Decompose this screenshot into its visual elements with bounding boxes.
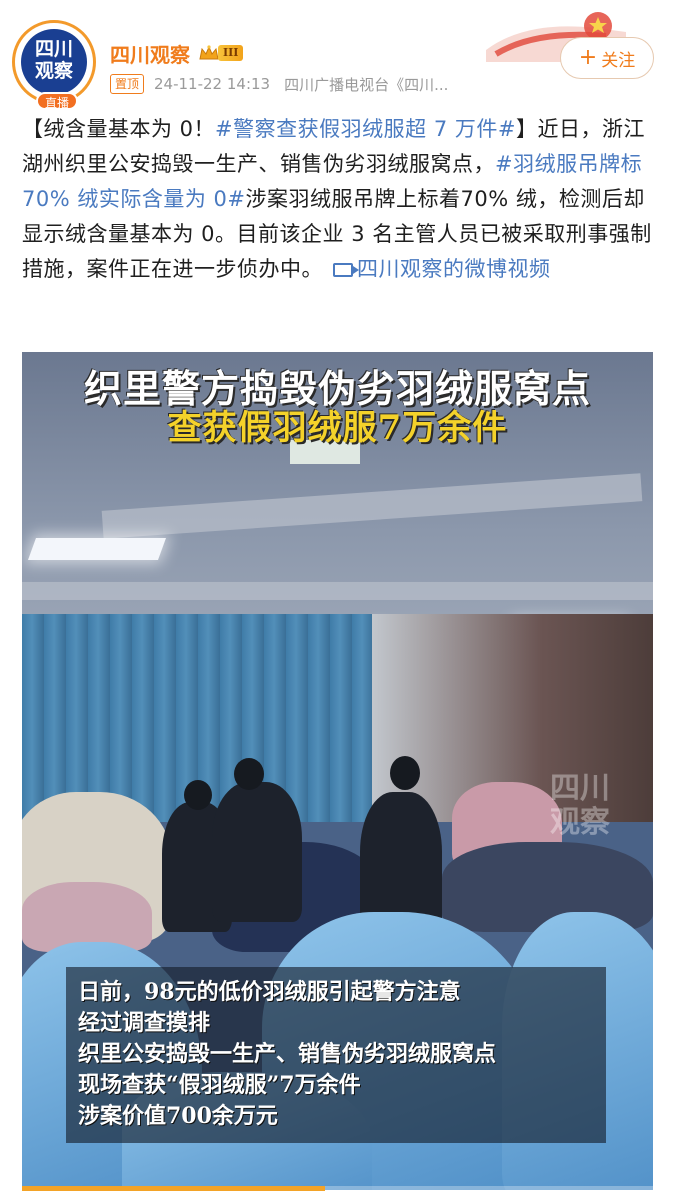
author-avatar[interactable]: 四川 观察 直播 xyxy=(12,20,100,110)
scene-duct xyxy=(22,582,653,600)
video-watermark: 四川观察 xyxy=(550,771,610,840)
post-source: 四川广播电视台《四川... xyxy=(284,75,449,94)
video-caption-line: 涉案价值700余万元 xyxy=(78,1103,278,1129)
scene-person xyxy=(212,782,302,922)
vip-badge[interactable]: III xyxy=(198,44,244,62)
video-caption-line: 经过调查摸排 xyxy=(78,1010,211,1036)
pinned-tag: 置顶 xyxy=(110,74,145,94)
video-caption-line: 织里公安捣毁一生产、销售伪劣羽绒服窝点 xyxy=(78,1041,497,1067)
follow-button[interactable]: + 关注 xyxy=(560,37,654,79)
video-caption-line: 日前，98元的低价羽绒服引起警方注意 xyxy=(78,979,461,1005)
follow-label: 关注 xyxy=(601,50,636,71)
video-caption-line: 现场查获“假羽绒服”7万余件 xyxy=(78,1072,361,1098)
video-caption: 日前，98元的低价羽绒服引起警方注意 经过调查摸排 织里公安捣毁一生产、销售伪劣… xyxy=(66,967,606,1143)
video-progress-fill xyxy=(22,1186,325,1191)
vip-level: III xyxy=(218,45,244,61)
scene-clothes-pile xyxy=(442,842,653,932)
author-name[interactable]: 四川观察 xyxy=(110,39,190,68)
post-text-segment: 【绒含量基本为 0！ xyxy=(22,117,216,141)
avatar-logo-text: 四川 观察 xyxy=(21,29,87,95)
post-time: 24-11-22 14:13 xyxy=(154,75,271,93)
video-link-label: 四川观察的微博视频 xyxy=(357,257,551,281)
scene-person-head xyxy=(390,756,420,790)
plus-icon: + xyxy=(578,45,598,70)
video-player[interactable]: 织里警方捣毁伪劣羽绒服窝点 查获假羽绒服7万余件 四川观察 日前，98元的低价羽… xyxy=(22,352,653,1190)
post-header: 四川 观察 直播 四川观察 III 置顶 24-11-22 14:13 四川广播电… xyxy=(0,0,675,110)
video-progress-bar[interactable] xyxy=(22,1186,653,1191)
hashtag-link[interactable]: #警察查获假羽绒服超 7 万件# xyxy=(215,117,516,141)
video-icon xyxy=(333,263,359,277)
scene-light xyxy=(27,538,167,560)
post-meta: 置顶 24-11-22 14:13 四川广播电视台《四川... xyxy=(110,73,448,95)
scene-person-head xyxy=(234,758,264,790)
crown-icon xyxy=(199,45,219,60)
live-badge[interactable]: 直播 xyxy=(36,92,78,110)
post-text: 【绒含量基本为 0！#警察查获假羽绒服超 7 万件#】近日，浙江湖州织里公安捣毁… xyxy=(22,112,658,287)
video-title-line2: 查获假羽绒服7万余件 xyxy=(167,408,508,448)
author-name-row: 四川观察 III xyxy=(110,39,244,68)
video-link[interactable]: 四川观察的微博视频 xyxy=(333,257,551,281)
scene-person-head xyxy=(184,780,212,810)
